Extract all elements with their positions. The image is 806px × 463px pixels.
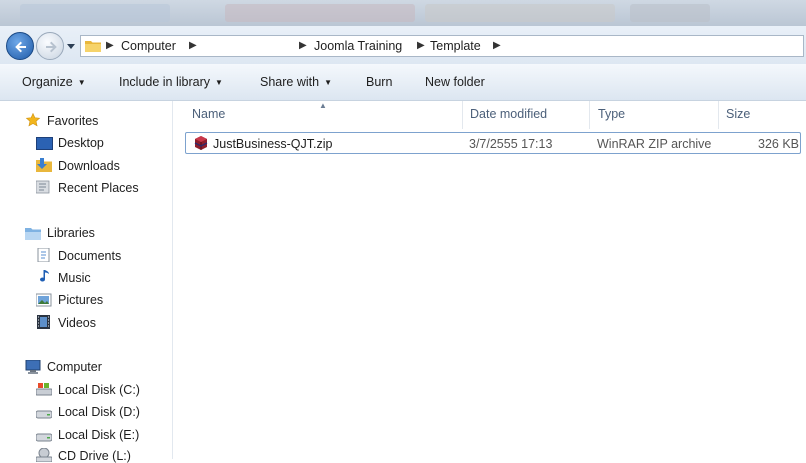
- column-header-name[interactable]: Name: [192, 107, 225, 121]
- computer-icon: [25, 360, 41, 374]
- breadcrumb-separator-icon[interactable]: ▶: [189, 40, 197, 51]
- navigation-pane: Favorites Desktop Downloads Recent Place…: [0, 101, 173, 463]
- breadcrumb-computer[interactable]: Computer: [121, 39, 176, 53]
- back-arrow-icon: [15, 41, 26, 53]
- documents-icon: [37, 248, 50, 262]
- organize-label: Organize: [22, 75, 73, 89]
- taskbar-item: [630, 4, 710, 22]
- cd-drive-icon: [36, 448, 52, 462]
- taskbar-item: [425, 4, 615, 22]
- taskbar-item: [225, 4, 415, 22]
- downloads-icon: [36, 158, 52, 172]
- recent-places-icon: [36, 180, 50, 194]
- organize-button[interactable]: Organize ▼: [22, 75, 86, 89]
- address-bar: ▶ Computer ▶ ▶ Joomla Training ▶ Templat…: [0, 26, 806, 64]
- chevron-down-icon: ▼: [77, 78, 86, 87]
- chevron-down-icon: ▼: [324, 78, 332, 87]
- breadcrumb-separator-icon[interactable]: ▶: [493, 40, 501, 51]
- breadcrumb-separator-icon[interactable]: ▶: [106, 40, 114, 51]
- nav-computer[interactable]: Computer: [47, 360, 102, 374]
- column-header-type[interactable]: Type: [598, 107, 625, 121]
- nav-libraries[interactable]: Libraries: [47, 226, 95, 240]
- nav-downloads[interactable]: Downloads: [58, 159, 120, 173]
- forward-arrow-icon: [46, 41, 57, 53]
- taskbar-item: [20, 4, 170, 22]
- recent-pages-dropdown-icon[interactable]: [66, 42, 76, 50]
- nav-favorites[interactable]: Favorites: [47, 114, 98, 128]
- nav-local-disk-c[interactable]: Local Disk (C:): [58, 383, 140, 397]
- include-in-library-label: Include in library: [119, 75, 211, 89]
- forward-button[interactable]: [36, 32, 64, 60]
- folder-icon: [85, 41, 101, 52]
- table-row[interactable]: JustBusiness-QJT.zip 3/7/2555 17:13 WinR…: [185, 132, 801, 154]
- include-in-library-button[interactable]: Include in library ▼: [119, 75, 223, 89]
- drive-icon: [36, 433, 52, 442]
- nav-recent-places[interactable]: Recent Places: [58, 181, 139, 195]
- file-list: Name ▲ Date modified Type Size JustBusin…: [173, 101, 806, 459]
- share-with-label: Share with: [260, 75, 320, 89]
- nav-videos[interactable]: Videos: [58, 316, 96, 330]
- breadcrumb-joomla-training[interactable]: Joomla Training: [314, 39, 402, 53]
- command-bar: Organize ▼ Include in library ▼ Share with…: [0, 64, 806, 101]
- share-with-button[interactable]: Share with ▼: [260, 75, 332, 89]
- file-size: 326 KB: [758, 137, 800, 151]
- breadcrumb-separator-icon[interactable]: ▶: [417, 40, 425, 51]
- libraries-icon: [25, 228, 41, 240]
- breadcrumb-separator-icon[interactable]: ▶: [299, 40, 307, 51]
- nav-local-disk-d[interactable]: Local Disk (D:): [58, 405, 140, 419]
- breadcrumb-template[interactable]: Template: [430, 39, 481, 53]
- chevron-down-icon: ▼: [215, 78, 223, 87]
- nav-local-disk-e[interactable]: Local Disk (E:): [58, 428, 139, 442]
- nav-cd-drive[interactable]: CD Drive (L:): [58, 449, 131, 463]
- nav-pictures[interactable]: Pictures: [58, 293, 103, 307]
- pictures-icon: [36, 293, 52, 307]
- file-name: JustBusiness-QJT.zip: [213, 137, 333, 151]
- drive-icon: [36, 410, 52, 419]
- column-header-date-modified[interactable]: Date modified: [470, 107, 547, 121]
- star-icon: [25, 113, 41, 127]
- column-divider[interactable]: [462, 101, 463, 129]
- breadcrumb[interactable]: ▶ Computer ▶ ▶ Joomla Training ▶ Templat…: [80, 35, 804, 57]
- file-date-modified: 3/7/2555 17:13: [469, 137, 553, 151]
- sort-ascending-icon: ▲: [319, 101, 327, 110]
- music-icon: [40, 270, 49, 282]
- videos-icon: [37, 315, 50, 329]
- winrar-archive-icon: [194, 136, 208, 150]
- nav-documents[interactable]: Documents: [58, 249, 121, 263]
- column-header-size[interactable]: Size: [726, 107, 750, 121]
- desktop-icon: [36, 137, 53, 150]
- burn-button[interactable]: Burn: [366, 75, 392, 89]
- new-folder-button[interactable]: New folder: [425, 75, 485, 89]
- column-divider[interactable]: [589, 101, 590, 129]
- nav-music[interactable]: Music: [58, 271, 91, 285]
- nav-desktop[interactable]: Desktop: [58, 136, 104, 150]
- back-button[interactable]: [6, 32, 34, 60]
- taskbar-strip: [0, 0, 806, 26]
- file-type: WinRAR ZIP archive: [597, 137, 712, 151]
- column-divider[interactable]: [718, 101, 719, 129]
- system-drive-icon: [36, 383, 52, 396]
